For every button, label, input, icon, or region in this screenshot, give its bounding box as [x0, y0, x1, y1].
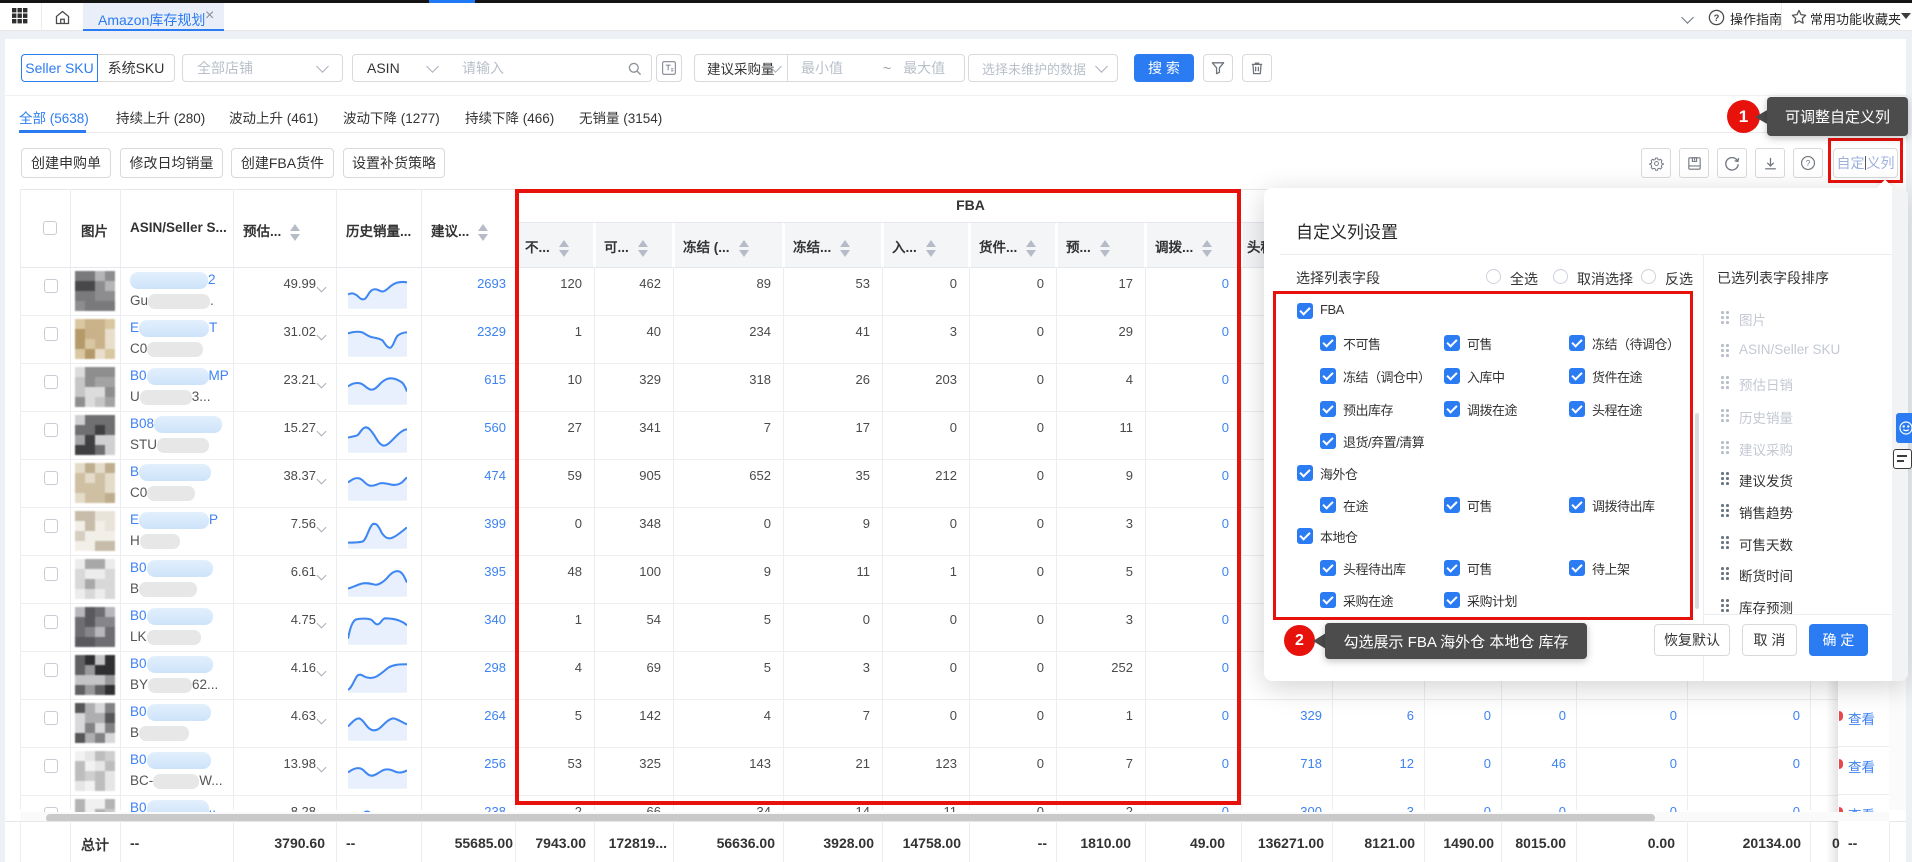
svg-text:?: ? [1806, 159, 1811, 168]
svg-text:?: ? [1714, 13, 1720, 23]
